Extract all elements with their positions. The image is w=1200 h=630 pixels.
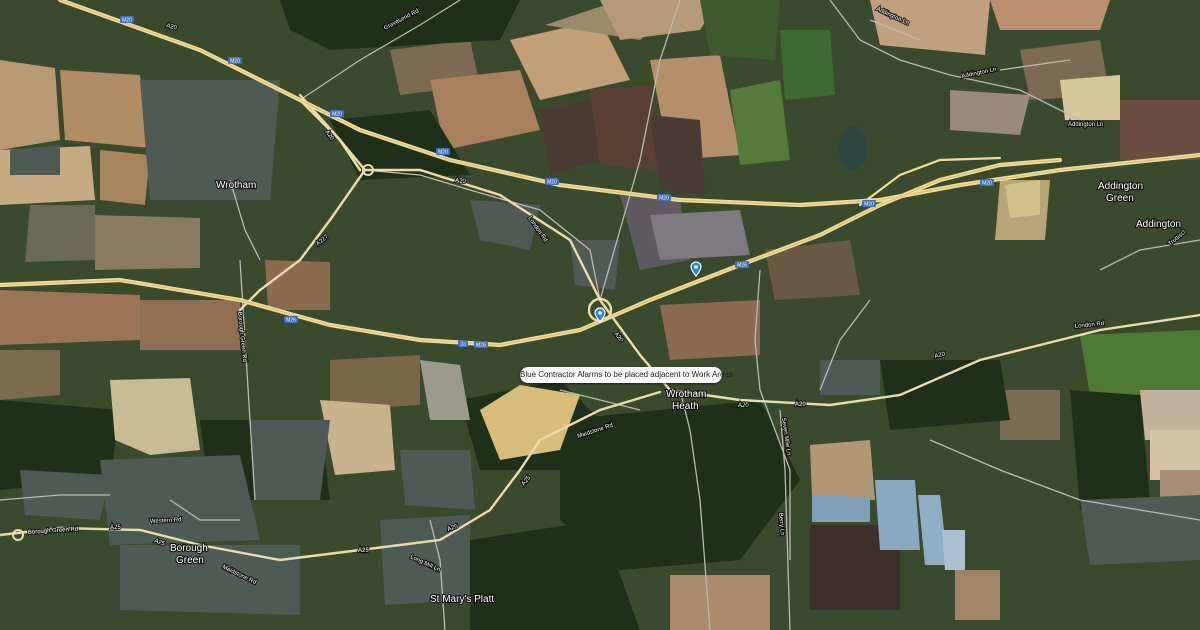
m20-shield-label: M20 xyxy=(438,150,448,156)
m20-shield-label: M20 xyxy=(122,18,132,24)
road-label-a25: A25 xyxy=(358,548,369,554)
place-label-wrotham: Wrotham xyxy=(216,180,256,191)
place-label-addington: Addington xyxy=(1136,219,1181,230)
m20-shield-label: M20 xyxy=(982,181,992,187)
m20-shield-label: M20 xyxy=(547,180,557,186)
junction-label: 2a xyxy=(460,342,466,348)
road-label-a20: A20 xyxy=(795,402,806,408)
m20-shield-label: M20 xyxy=(659,196,669,202)
pond xyxy=(839,126,867,170)
road-label-a20: A20 xyxy=(738,403,749,409)
m20-shield-label: M20 xyxy=(864,202,874,208)
m20-shield-label: M20 xyxy=(332,112,342,118)
road-label-addington-ln: Addington Ln xyxy=(1068,122,1103,128)
place-label-wrotham-heath: Heath xyxy=(672,401,699,412)
place-label-borough-green: Green xyxy=(176,555,204,566)
m26-shield-label: M26 xyxy=(476,343,486,349)
m20-shield-label: M20 xyxy=(230,59,240,65)
road-label-a25: A25 xyxy=(110,525,121,531)
place-label-borough-green: Borough xyxy=(170,543,208,554)
place-label-addington-green: Addington xyxy=(1098,181,1143,192)
map-canvas[interactable]: M20 M20 M20 M20 M20 M20 M20 M20 M26 M26 … xyxy=(0,0,1200,630)
m26-shield-label: M26 xyxy=(737,263,747,269)
m26-shield-label: M26 xyxy=(286,318,296,324)
place-label-st-marys-platt: St Mary's Platt xyxy=(430,594,494,605)
annotation-callout: Blue Contractor Alarms to be placed adja… xyxy=(520,367,733,383)
road-label-a20: A20 xyxy=(455,178,467,185)
place-label-wrotham-heath: Wrotham xyxy=(666,389,706,400)
place-label-addington-green: Green xyxy=(1106,193,1134,204)
annotation-text: Blue Contractor Alarms to be placed adja… xyxy=(520,370,733,379)
